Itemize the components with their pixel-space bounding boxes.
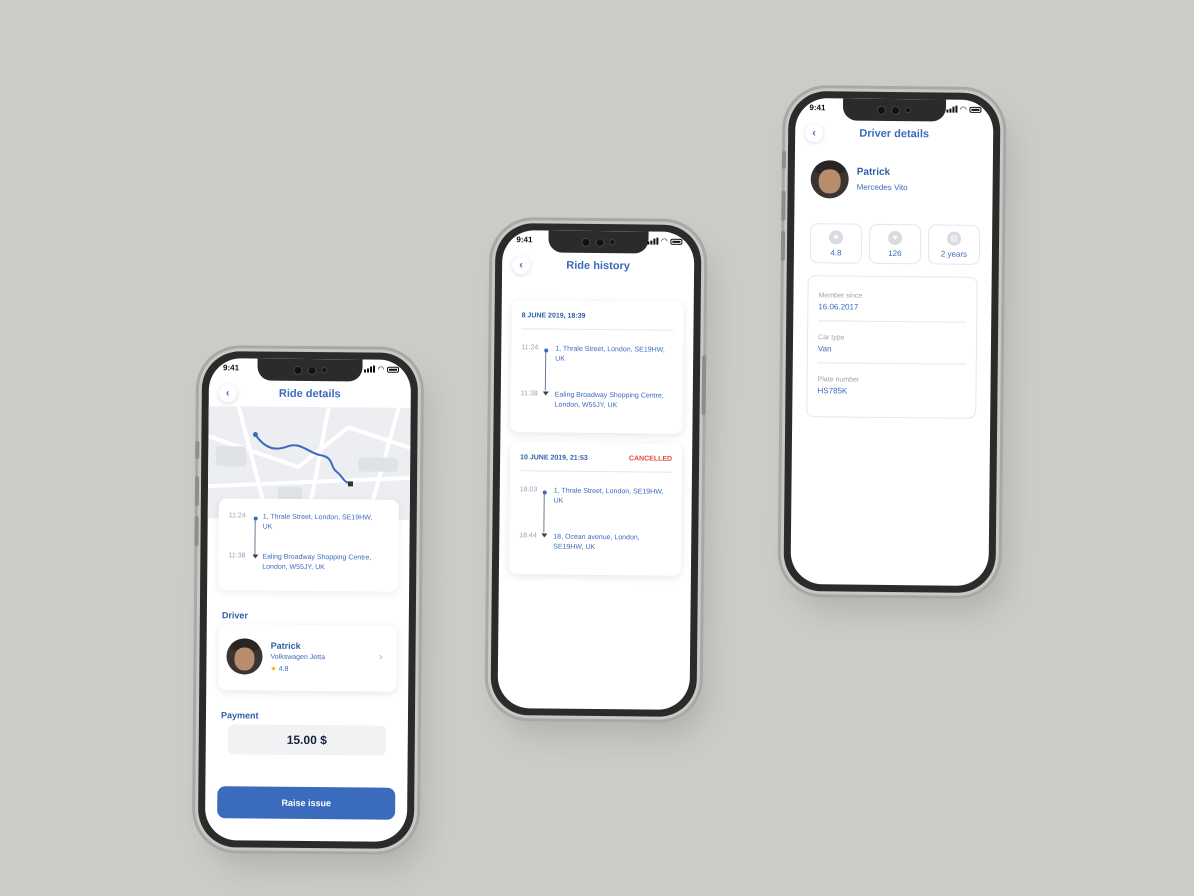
stop-time: 11:24	[228, 512, 246, 520]
heart-icon: ♥	[888, 230, 903, 245]
page-title: Ride history	[566, 259, 630, 273]
stop-time: 11:24	[521, 344, 539, 352]
status-time: 9:41	[222, 363, 240, 373]
status-bar: 9:41 ◠	[222, 363, 400, 374]
wifi-icon: ◠	[960, 104, 967, 114]
info-label: Car type	[818, 334, 845, 342]
info-value: HS785K	[817, 386, 848, 396]
stat-value: 4.8	[830, 247, 842, 257]
info-label: Member since	[818, 292, 863, 300]
stop-address: 1, Thrale Street, London, SE19HW, UK	[555, 345, 665, 363]
info-label: Plate number	[817, 376, 860, 384]
info-member-since: Member since 16.06.2017	[818, 292, 967, 323]
driver-rating: 4.8	[278, 665, 289, 673]
battery-icon	[386, 366, 400, 373]
route-card: 11:24 1, Thrale Street, London, SE19HW, …	[218, 498, 399, 592]
driver-name: Patrick	[270, 640, 301, 651]
signal-icon	[363, 365, 375, 373]
payment-section-label: Payment	[220, 710, 259, 721]
stop-address: Ealing Broadway Shopping Centre, London,…	[262, 553, 372, 572]
info-car-type: Car type Van	[817, 334, 966, 365]
ride-date: 8 JUNE 2019, 18:39	[521, 312, 586, 320]
ride-card[interactable]: 10 JUNE 2019, 21:53 CANCELLED 18:03 1, Th…	[508, 442, 683, 576]
phone-ride-history: 9:41 ◠ ‹ Ride history 8 JUNE 2019, 18:39…	[490, 222, 707, 718]
status-time: 9:41	[809, 103, 826, 113]
ride-card[interactable]: 8 JUNE 2019, 18:39 11:24 1, Thrale Stree…	[510, 300, 684, 434]
driver-section-label: Driver	[221, 610, 248, 621]
chevron-right-icon: ›	[379, 651, 383, 663]
driver-car: Mercedes Vito	[856, 182, 908, 193]
cancelled-badge: CANCELLED	[628, 455, 673, 463]
ride-date: 10 JUNE 2019, 21:53	[520, 454, 588, 462]
avatar	[226, 638, 263, 675]
driver-info-card: Member since 16.06.2017 Car type Van Pla…	[806, 275, 978, 419]
chevron-left-icon: ‹	[519, 259, 524, 272]
page-title: Driver details	[859, 127, 930, 141]
back-button[interactable]: ‹	[218, 384, 237, 403]
stat-rating: ★ 4.8	[809, 223, 863, 264]
page-title: Ride details	[278, 387, 341, 401]
status-bar: 9:41 ◠	[516, 235, 683, 246]
status-time: 9:41	[516, 235, 533, 245]
driver-car: Volkswagen Jetta	[270, 653, 326, 662]
stop-time: 18:03	[519, 486, 538, 494]
star-icon: ★	[829, 229, 844, 244]
back-button[interactable]: ‹	[805, 124, 824, 143]
stat-value: 2 years	[940, 249, 968, 259]
signal-icon	[647, 237, 659, 245]
signal-icon	[946, 105, 958, 113]
stop-address: 1, Thrale Street, London, SE19HW, UK	[262, 513, 373, 531]
stop-time: 18:44	[519, 532, 537, 540]
stop-address: 18, Ocean avenue, London, SE19HW, UK	[553, 533, 640, 551]
ride-details-screen: 9:41 ◠ ‹ Ride details 11:24 1, Thrale St…	[204, 358, 412, 842]
info-value: 16.06.2017	[818, 302, 859, 312]
stat-likes: ♥ 126	[868, 223, 922, 265]
chevron-left-icon: ‹	[225, 387, 230, 400]
info-plate-number: Plate number HS785K	[817, 376, 965, 397]
payment-amount: 15.00 $	[227, 724, 386, 756]
wifi-icon: ◠	[661, 236, 668, 246]
phone-ride-details: 9:41 ◠ ‹ Ride details 11:24 1, Thrale St…	[194, 351, 419, 849]
stop-time: 11:38	[520, 390, 538, 398]
ride-history-screen: 9:41 ◠ ‹ Ride history 8 JUNE 2019, 18:39…	[497, 230, 695, 710]
wifi-icon: ◠	[377, 364, 385, 374]
stat-experience: ▤ 2 years	[927, 224, 981, 265]
driver-card[interactable]: Patrick Volkswagen Jetta ★ 4.8 ›	[218, 624, 397, 692]
stop-address: 1, Thrale Street, London, SE19HW, UK	[553, 487, 664, 505]
driver-name: Patrick	[856, 166, 891, 178]
driver-details-screen: 9:41 ◠ ‹ Driver details Patrick Mercedes…	[790, 97, 994, 587]
battery-icon	[670, 238, 683, 245]
battery-icon	[969, 106, 982, 113]
stop-address: Ealing Broadway Shopping Centre, London,…	[554, 391, 664, 410]
calendar-icon: ▤	[947, 231, 962, 246]
star-icon: ★	[270, 665, 277, 673]
info-value: Van	[817, 344, 832, 354]
status-bar: 9:41 ◠	[809, 103, 982, 114]
avatar	[810, 160, 849, 199]
chevron-left-icon: ‹	[812, 127, 817, 140]
stop-time: 11:38	[228, 552, 246, 560]
phone-driver-details: 9:41 ◠ ‹ Driver details Patrick Mercedes…	[780, 90, 1001, 594]
raise-issue-button[interactable]: Raise issue	[217, 786, 396, 820]
back-button[interactable]: ‹	[512, 256, 531, 275]
stat-value: 126	[888, 248, 902, 258]
